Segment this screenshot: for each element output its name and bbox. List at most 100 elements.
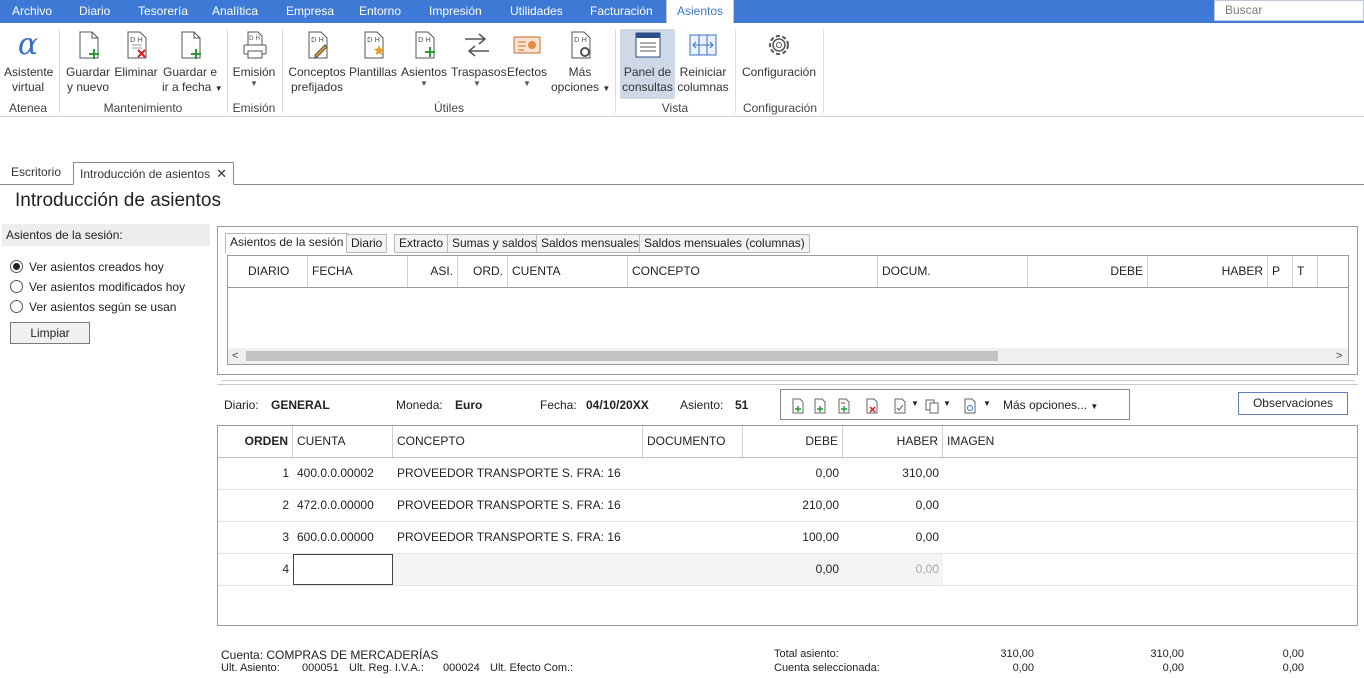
cell-cuenta[interactable]: 400.0.0.00002	[293, 458, 393, 489]
table-row[interactable]: 2 472.0.0.00000 PROVEEDOR TRANSPORTE S. …	[218, 490, 1357, 522]
radio-icon[interactable]	[10, 280, 23, 293]
splitter-line[interactable]	[222, 380, 1354, 381]
scroll-left-icon[interactable]: <	[232, 348, 238, 364]
menu-analitica[interactable]: Analítica	[212, 0, 258, 23]
asientos-button[interactable]: D H Asientos ▼	[400, 29, 448, 88]
close-icon[interactable]: ✕	[216, 166, 227, 181]
col-cuenta[interactable]: CUENTA	[293, 426, 393, 457]
emision-button[interactable]: D H Emisión ▼	[232, 29, 276, 88]
cell-concepto[interactable]: PROVEEDOR TRANSPORTE S. FRA: 16	[393, 522, 643, 553]
insert-line-icon[interactable]	[791, 398, 805, 414]
splitter-line	[217, 384, 1358, 385]
col-docum[interactable]: DOCUM.	[878, 256, 1028, 287]
menu-tesoreria[interactable]: Tesorería	[138, 0, 188, 23]
scroll-right-icon[interactable]: >	[1336, 348, 1342, 364]
radio-selected-icon[interactable]	[10, 260, 23, 273]
cell-cuenta[interactable]: 472.0.0.00000	[293, 490, 393, 521]
scroll-thumb[interactable]	[246, 351, 998, 361]
guardar-y-nuevo-button[interactable]: Guardar y nuevo	[66, 29, 110, 95]
check-lines-icon[interactable]	[893, 398, 907, 414]
view-document-icon[interactable]	[963, 398, 977, 414]
col-orden[interactable]: ORDEN	[218, 426, 293, 457]
col-diario[interactable]: DIARIO	[228, 256, 308, 287]
col-concepto[interactable]: CONCEPTO	[393, 426, 643, 457]
menu-archivo[interactable]: Archivo	[12, 0, 52, 23]
cell-haber[interactable]: 310,00	[843, 458, 943, 489]
tab-introduccion-asientos[interactable]: Introducción de asientos ✕	[73, 162, 234, 185]
radio-as-used[interactable]: Ver asientos según se usan	[10, 300, 176, 316]
col-ord[interactable]: ORD.	[458, 256, 508, 287]
traspasos-button[interactable]: Traspasos ▼	[451, 29, 507, 88]
document-add-icon	[181, 31, 201, 59]
cell-haber[interactable]: 0,00	[843, 522, 943, 553]
cell-concepto[interactable]: PROVEEDOR TRANSPORTE S. FRA: 16	[393, 458, 643, 489]
reiniciar-columnas-button[interactable]: Reiniciar columnas	[677, 29, 729, 95]
copy-lines-icon[interactable]	[925, 398, 939, 414]
guardar-ir-a-fecha-button[interactable]: Guardar e ir a fecha ▼	[162, 29, 223, 96]
cell-concepto[interactable]: PROVEEDOR TRANSPORTE S. FRA: 16	[393, 490, 643, 521]
cell-haber[interactable]: 0,00	[843, 554, 943, 585]
add-line-end-icon[interactable]	[837, 398, 851, 414]
delete-line-icon[interactable]	[865, 398, 879, 414]
cell-cuenta[interactable]: 600.0.0.00000	[293, 522, 393, 553]
col-imagen[interactable]: IMAGEN	[943, 426, 1357, 457]
horizontal-scrollbar[interactable]: < >	[228, 348, 1348, 364]
table-row[interactable]: 1 400.0.0.00002 PROVEEDOR TRANSPORTE S. …	[218, 458, 1357, 490]
ult-iva-value: 000024	[443, 662, 480, 674]
cell-debe[interactable]: 0,00	[743, 458, 843, 489]
tab-saldos-mensuales-columnas[interactable]: Saldos mensuales (columnas)	[639, 234, 810, 253]
total-asiento-label: Total asiento:	[774, 648, 839, 660]
panel-de-consultas-button[interactable]: Panel de consultas	[620, 29, 675, 99]
col-haber[interactable]: HABER	[843, 426, 943, 457]
tab-escritorio[interactable]: Escritorio	[5, 162, 67, 185]
radio-icon[interactable]	[10, 300, 23, 313]
menu-utilidades[interactable]: Utilidades	[510, 0, 563, 23]
cell-haber[interactable]: 0,00	[843, 490, 943, 521]
menu-asientos[interactable]: Asientos	[666, 0, 735, 23]
tab-saldos-mensuales[interactable]: Saldos mensuales	[536, 234, 645, 253]
chevron-down-icon[interactable]: ▼	[983, 399, 991, 408]
col-debe[interactable]: DEBE	[1028, 256, 1148, 287]
conceptos-prefijados-button[interactable]: D H Conceptos prefijados	[288, 29, 346, 95]
table-row-new[interactable]: 4 0,00 0,00	[218, 554, 1357, 586]
tab-diario[interactable]: Diario	[346, 234, 388, 253]
menu-facturacion[interactable]: Facturación	[590, 0, 653, 23]
col-debe[interactable]: DEBE	[743, 426, 843, 457]
cuenta-input[interactable]	[293, 554, 393, 585]
efectos-button[interactable]: Efectos ▼	[506, 29, 548, 88]
mas-opciones-button[interactable]: D H Más opciones ▼	[551, 29, 610, 96]
limpiar-button[interactable]: Limpiar	[10, 322, 90, 344]
radio-modified-today[interactable]: Ver asientos modificados hoy	[10, 280, 185, 296]
tab-asientos-sesion[interactable]: Asientos de la sesión	[225, 233, 349, 254]
table-row[interactable]: 3 600.0.0.00000 PROVEEDOR TRANSPORTE S. …	[218, 522, 1357, 554]
search-input[interactable]: Buscar	[1214, 0, 1364, 21]
mas-opciones-dropdown[interactable]: Más opciones... ▼	[1003, 398, 1098, 412]
cell-debe[interactable]: 210,00	[743, 490, 843, 521]
col-cuenta[interactable]: CUENTA	[508, 256, 628, 287]
radio-created-today[interactable]: Ver asientos creados hoy	[10, 260, 164, 276]
eliminar-button[interactable]: D H Eliminar	[114, 29, 158, 80]
col-haber[interactable]: HABER	[1148, 256, 1268, 287]
col-asi[interactable]: ASI.	[408, 256, 458, 287]
col-p[interactable]: P	[1268, 256, 1293, 287]
cell-debe[interactable]: 100,00	[743, 522, 843, 553]
cell-debe[interactable]: 0,00	[743, 554, 843, 585]
add-line-icon[interactable]	[813, 398, 827, 414]
tab-extracto[interactable]: Extracto	[394, 234, 449, 253]
menu-entorno[interactable]: Entorno	[359, 0, 401, 23]
plantillas-button[interactable]: D H Plantillas	[349, 29, 397, 80]
chevron-down-icon[interactable]: ▼	[943, 399, 951, 408]
menu-diario[interactable]: Diario	[79, 0, 110, 23]
col-fecha[interactable]: FECHA	[308, 256, 408, 287]
asistente-virtual-button[interactable]: α Asistente virtual	[4, 29, 53, 95]
group-label-configuracion: Configuración	[742, 101, 818, 115]
col-documento[interactable]: DOCUMENTO	[643, 426, 743, 457]
chevron-down-icon[interactable]: ▼	[911, 399, 919, 408]
col-concepto[interactable]: CONCEPTO	[628, 256, 878, 287]
col-t[interactable]: T	[1293, 256, 1318, 287]
menu-empresa[interactable]: Empresa	[286, 0, 334, 23]
configuracion-button[interactable]: Configuración	[741, 29, 817, 80]
tab-sumas-saldos[interactable]: Sumas y saldos	[447, 234, 542, 253]
observaciones-button[interactable]: Observaciones	[1238, 392, 1348, 415]
menu-impresion[interactable]: Impresión	[429, 0, 482, 23]
